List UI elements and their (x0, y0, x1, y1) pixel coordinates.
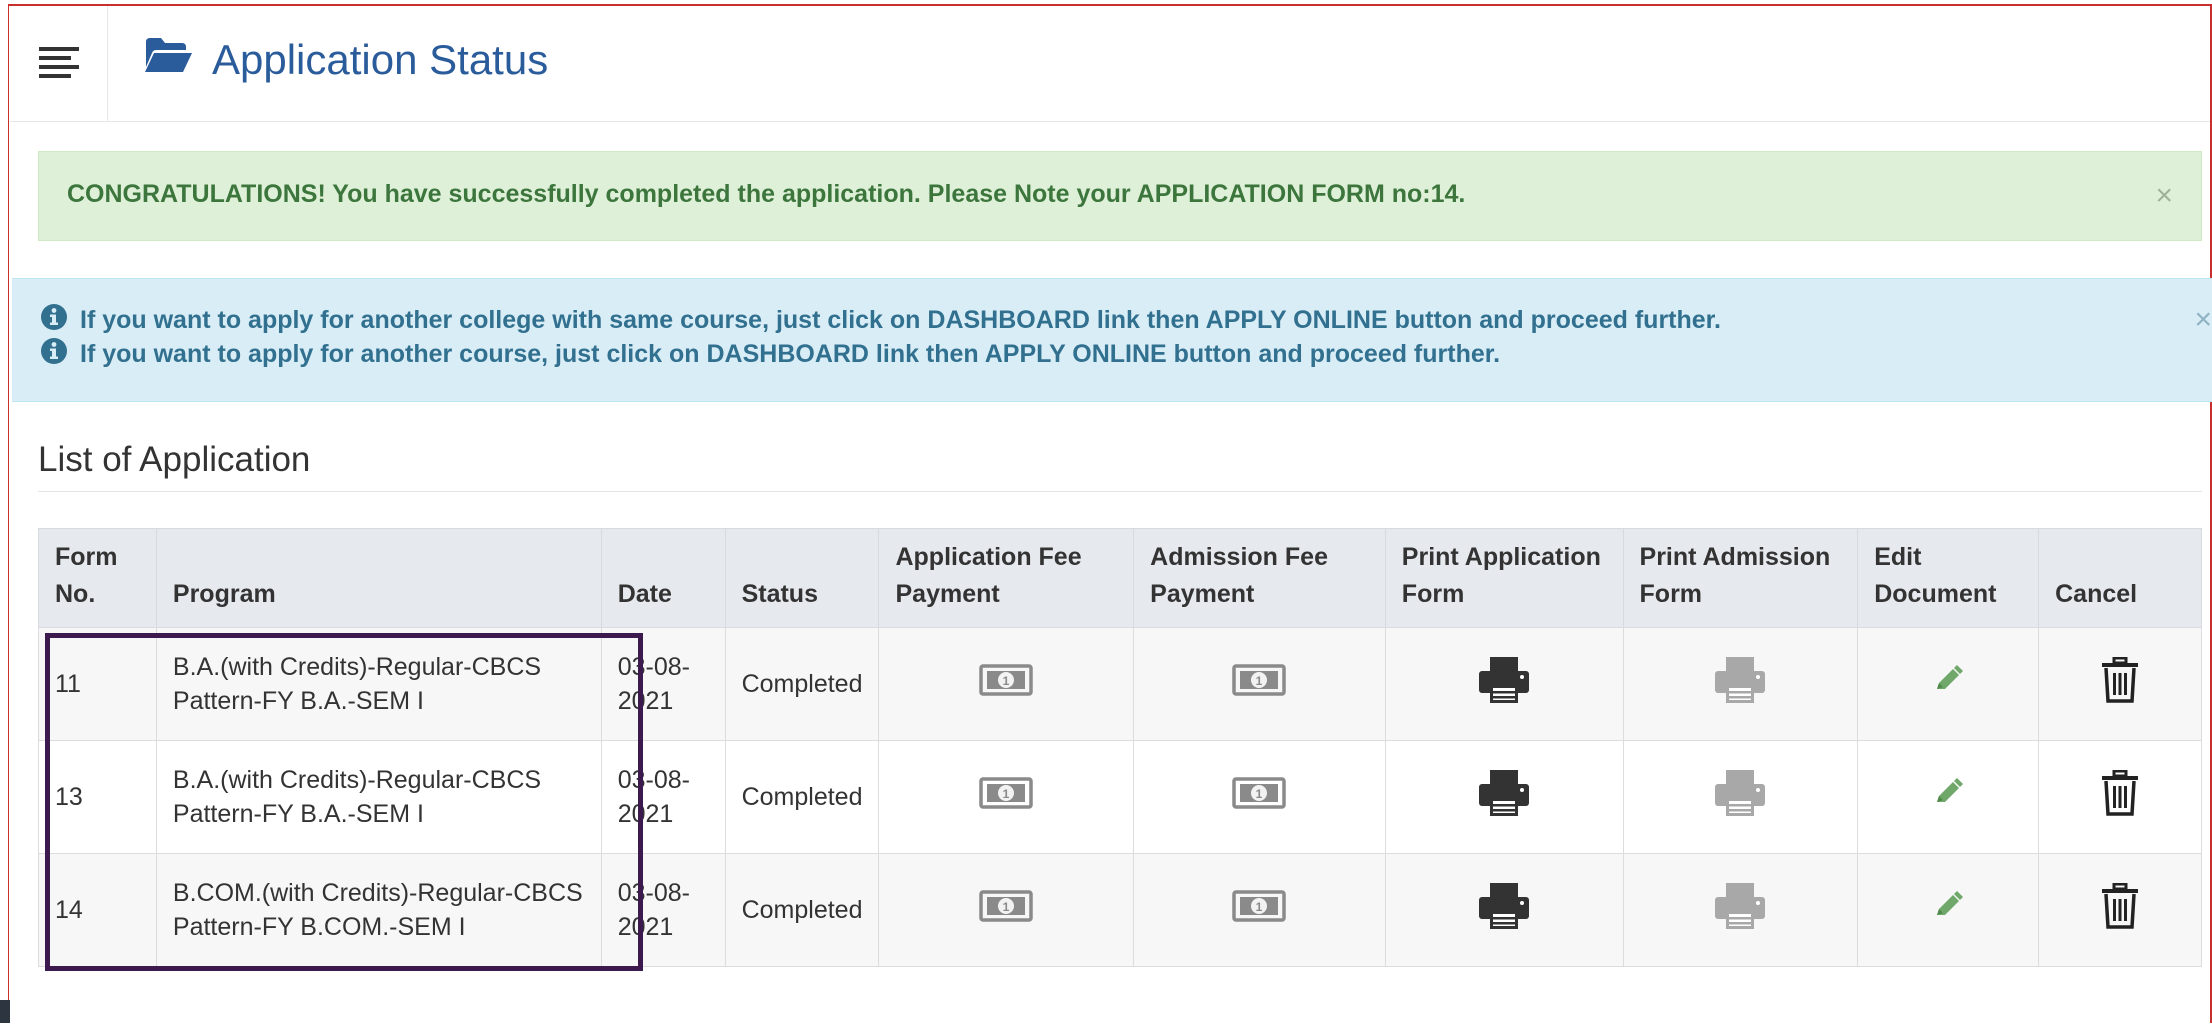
application-fee-cell: 1 (878, 740, 1135, 854)
svg-text:1: 1 (1256, 674, 1263, 688)
date-cell: 03-08- 2021 (600, 740, 726, 854)
info-alert-text-1: If you want to apply for another college… (80, 305, 1721, 334)
status-cell: Completed (724, 627, 880, 741)
print-icon[interactable] (1477, 655, 1531, 714)
application-fee-cell: 1 (878, 627, 1135, 741)
status-cell: Completed (724, 853, 880, 967)
print-icon[interactable] (1713, 768, 1767, 827)
admission-fee-cell: 1 (1133, 627, 1386, 741)
col-header-program: Program (155, 528, 602, 628)
edit-document-cell (1857, 627, 2040, 741)
menu-toggle-button[interactable] (10, 6, 108, 122)
svg-text:1: 1 (1003, 787, 1010, 801)
pencil-icon[interactable] (1931, 776, 1965, 819)
money-icon[interactable]: 1 (979, 663, 1034, 706)
list-of-application-heading: List of Application (38, 440, 2202, 492)
col-header-form-no: Form No. (38, 528, 157, 628)
edit-document-cell (1857, 740, 2040, 854)
print-admission-cell (1622, 853, 1859, 967)
col-header-edit-document: Edit Document (1857, 528, 2040, 628)
print-icon[interactable] (1713, 881, 1767, 940)
pencil-icon[interactable] (1931, 663, 1965, 706)
money-icon[interactable]: 1 (1232, 889, 1287, 932)
admission-fee-cell: 1 (1133, 740, 1386, 854)
money-icon[interactable]: 1 (1232, 663, 1287, 706)
status-cell: Completed (724, 740, 880, 854)
print-admission-cell (1622, 627, 1859, 741)
table-row: 11 B.A.(with Credits)-Regular-CBCS Pattern… (38, 627, 2202, 741)
page-title: Application Status (144, 32, 548, 88)
date-cell: 03-08- 2021 (600, 627, 726, 741)
cancel-cell (2038, 853, 2202, 967)
print-application-cell (1384, 853, 1624, 967)
program-cell: B.A.(with Credits)-Regular-CBCS Pattern-F… (155, 627, 602, 741)
print-icon[interactable] (1713, 655, 1767, 714)
date-cell: 03-08- 2021 (600, 853, 726, 967)
page-title-text: Application Status (212, 36, 549, 83)
success-alert-text: CONGRATULATIONS! You have successfully c… (67, 180, 1466, 208)
svg-text:1: 1 (1256, 787, 1263, 801)
print-icon[interactable] (1477, 881, 1531, 940)
col-header-application-fee: Application Fee Payment (878, 528, 1135, 628)
form-no-cell: 13 (38, 740, 157, 854)
table-header-row: Form No. Program Date Status Application … (38, 528, 2202, 628)
page-header: Application Status (10, 6, 2210, 122)
info-circle-icon (40, 303, 68, 338)
print-admission-cell (1622, 740, 1859, 854)
form-no-cell: 14 (38, 853, 157, 967)
info-alert-close-button[interactable]: × (2194, 305, 2212, 335)
success-alert-close-button[interactable]: × (2155, 181, 2173, 211)
application-fee-cell: 1 (878, 853, 1135, 967)
edit-document-cell (1857, 853, 2040, 967)
money-icon[interactable]: 1 (1232, 776, 1287, 819)
table-row: 14 B.COM.(with Credits)-Regular-CBCS Patte… (38, 853, 2202, 967)
admission-fee-cell: 1 (1133, 853, 1386, 967)
col-header-print-admission: Print Admission Form (1622, 528, 1859, 628)
col-header-cancel: Cancel (2038, 528, 2202, 628)
table-row: 13 B.A.(with Credits)-Regular-CBCS Pattern… (38, 740, 2202, 854)
money-icon[interactable]: 1 (979, 776, 1034, 819)
col-header-status: Status (724, 528, 880, 628)
info-alert-text-2: If you want to apply for another course,… (80, 339, 1501, 368)
menu-lines-icon (38, 45, 79, 84)
program-cell: B.COM.(with Credits)-Regular-CBCS Pattern… (155, 853, 602, 967)
money-icon[interactable]: 1 (979, 889, 1034, 932)
col-header-admission-fee: Admission Fee Payment (1133, 528, 1386, 628)
print-application-cell (1384, 627, 1624, 741)
pencil-icon[interactable] (1931, 889, 1965, 932)
window-edge (0, 1000, 10, 1023)
info-circle-icon (40, 337, 68, 372)
success-alert: CONGRATULATIONS! You have successfully c… (38, 151, 2202, 241)
svg-text:1: 1 (1003, 900, 1010, 914)
info-alert: If you want to apply for another college… (12, 278, 2212, 402)
applications-table: Form No. Program Date Status Application … (38, 528, 2202, 967)
trash-icon[interactable] (2100, 656, 2140, 712)
svg-text:1: 1 (1003, 674, 1010, 688)
svg-text:1: 1 (1256, 900, 1263, 914)
print-icon[interactable] (1477, 768, 1531, 827)
info-alert-line: If you want to apply for another course,… (40, 337, 2184, 371)
trash-icon[interactable] (2100, 882, 2140, 938)
info-alert-line: If you want to apply for another college… (40, 303, 2184, 337)
print-application-cell (1384, 740, 1624, 854)
col-header-date: Date (600, 528, 726, 628)
col-header-print-application: Print Application Form (1384, 528, 1624, 628)
cancel-cell (2038, 627, 2202, 741)
form-no-cell: 11 (38, 627, 157, 741)
trash-icon[interactable] (2100, 769, 2140, 825)
program-cell: B.A.(with Credits)-Regular-CBCS Pattern-F… (155, 740, 602, 854)
folder-open-icon (144, 36, 194, 84)
cancel-cell (2038, 740, 2202, 854)
